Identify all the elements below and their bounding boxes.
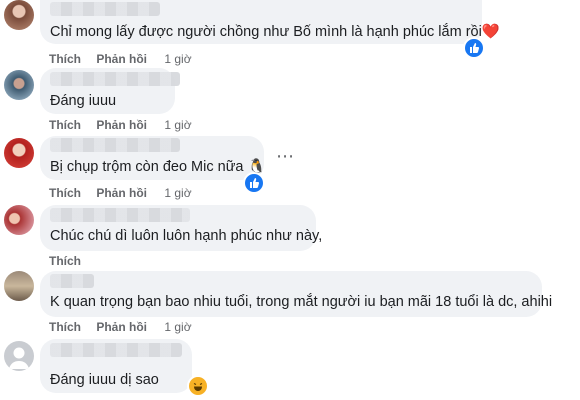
commenter-name[interactable] <box>50 274 94 288</box>
comment-bubble: Chúc chú dì luôn luôn hạnh phúc như này, <box>40 205 322 251</box>
like-button[interactable]: Thích <box>49 118 81 132</box>
comment-text: Chỉ mong lấy được người chồng như Bố mìn… <box>50 24 500 40</box>
haha-icon[interactable] <box>187 375 209 397</box>
comment-bubble: K quan trọng bạn bao nhiu tuổi, trong mắ… <box>40 271 552 317</box>
avatar[interactable] <box>4 138 34 168</box>
comment-actions: Thích Phản hồi 1 giờ <box>49 320 192 334</box>
more-options-icon[interactable]: ⋯ <box>276 146 295 167</box>
timestamp[interactable]: 1 giờ <box>164 52 191 66</box>
like-icon[interactable] <box>243 172 265 194</box>
commenter-name[interactable] <box>50 2 160 16</box>
like-button[interactable]: Thích <box>49 320 81 334</box>
commenter-name[interactable] <box>50 138 180 152</box>
avatar[interactable] <box>4 70 34 100</box>
reply-button[interactable]: Phản hồi <box>96 320 147 334</box>
comment-text: Đáng iuuu dị sao <box>50 372 159 388</box>
like-icon[interactable] <box>463 37 485 59</box>
like-button[interactable]: Thích <box>49 186 81 200</box>
default-avatar-icon <box>9 347 29 369</box>
timestamp[interactable]: 1 giờ <box>164 186 191 200</box>
avatar[interactable] <box>4 271 34 301</box>
comment-text: Chúc chú dì luôn luôn hạnh phúc như này, <box>50 228 323 244</box>
timestamp[interactable]: 1 giờ <box>164 118 191 132</box>
comment-bubble: Chỉ mong lấy được người chồng như Bố mìn… <box>40 0 500 44</box>
avatar[interactable] <box>4 205 34 235</box>
comment-text: K quan trọng bạn bao nhiu tuổi, trong mắ… <box>50 294 553 310</box>
comment-actions: Thích Phản hồi 1 giờ <box>49 52 192 66</box>
reply-button[interactable]: Phản hồi <box>96 52 147 66</box>
reply-button[interactable]: Phản hồi <box>96 186 147 200</box>
timestamp[interactable]: 1 giờ <box>164 320 191 334</box>
comment-actions: Thích Phản hồi 1 giờ <box>49 186 192 200</box>
comment-actions: Thích Phản hồi 1 giờ <box>49 118 192 132</box>
comment-bubble: Đáng iuuu <box>40 68 180 114</box>
commenter-name[interactable] <box>50 208 190 222</box>
comment-text: Bị chụp trộm còn đeo Mic nữa 🐧 <box>50 159 266 175</box>
like-button[interactable]: Thích <box>49 52 81 66</box>
comment-actions: Thích <box>49 254 81 268</box>
comment-bubble: Bị chụp trộm còn đeo Mic nữa 🐧 <box>40 136 266 180</box>
comment-text: Đáng iuuu <box>50 93 117 109</box>
commenter-name[interactable] <box>50 72 180 86</box>
reply-button[interactable]: Phản hồi <box>96 118 147 132</box>
avatar[interactable] <box>4 0 34 30</box>
avatar[interactable] <box>4 341 34 371</box>
commenter-name[interactable] <box>50 343 182 357</box>
like-button[interactable]: Thích <box>49 254 81 268</box>
comment-bubble: Đáng iuuu dị sao <box>40 339 192 393</box>
